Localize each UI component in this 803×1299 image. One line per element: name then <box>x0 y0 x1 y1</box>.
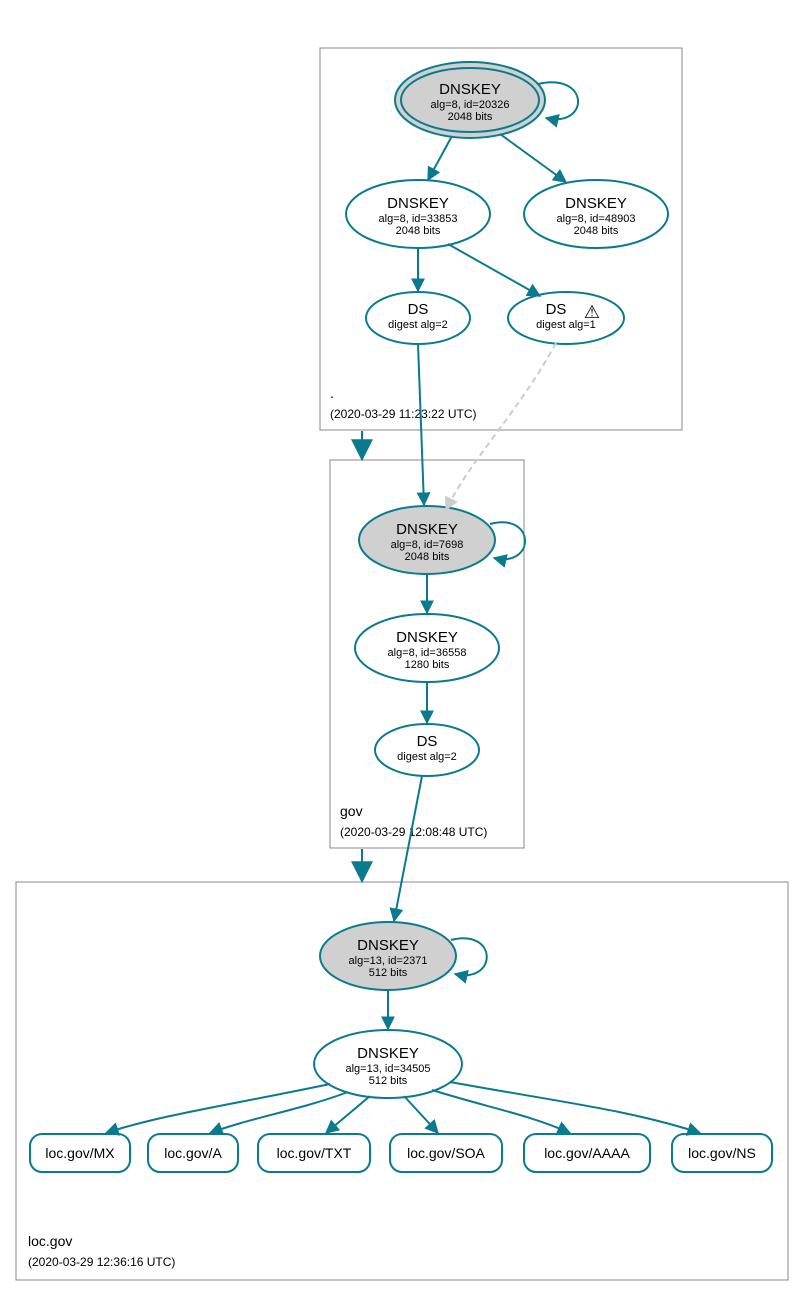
node-gov-zsk: DNSKEY alg=8, id=36558 1280 bits <box>355 614 499 682</box>
node-detail: alg=8, id=36558 <box>388 647 467 659</box>
node-detail: alg=8, id=48903 <box>557 213 636 225</box>
record-label: loc.gov/MX <box>45 1145 115 1161</box>
record-label: loc.gov/TXT <box>277 1145 352 1161</box>
node-detail: alg=8, id=7698 <box>391 539 464 551</box>
node-root-ksk: DNSKEY alg=8, id=20326 2048 bits <box>395 62 545 138</box>
edge <box>418 344 424 505</box>
node-root-zsk1: DNSKEY alg=8, id=33853 2048 bits <box>346 180 490 248</box>
node-label: DNSKEY <box>396 629 458 646</box>
node-label: DNSKEY <box>387 195 449 212</box>
node-detail: 1280 bits <box>405 659 450 671</box>
dnssec-diagram: . (2020-03-29 11:23:22 UTC) DNSKEY alg=8… <box>0 0 803 1299</box>
node-detail: 512 bits <box>369 1075 408 1087</box>
edge <box>428 136 452 180</box>
node-detail: 512 bits <box>369 967 408 979</box>
warning-icon: ⚠ <box>584 302 600 322</box>
record-label: loc.gov/A <box>164 1145 222 1161</box>
node-gov-ds: DS digest alg=2 <box>375 724 479 776</box>
record-ns: loc.gov/NS <box>672 1134 772 1172</box>
node-label: DNSKEY <box>357 937 419 954</box>
zone-loc-label: loc.gov <box>28 1233 72 1249</box>
node-loc-ksk: DNSKEY alg=13, id=2371 512 bits <box>320 922 456 990</box>
node-label: DNSKEY <box>357 1045 419 1062</box>
record-mx: loc.gov/MX <box>30 1134 130 1172</box>
node-root-ds1: DS digest alg=2 <box>366 292 470 344</box>
record-a: loc.gov/A <box>148 1134 238 1172</box>
node-root-ds2: DS digest alg=1 ⚠ <box>508 292 624 344</box>
node-detail: 2048 bits <box>448 111 493 123</box>
node-detail: 2048 bits <box>405 551 450 563</box>
zone-root-label: . <box>330 385 334 401</box>
node-detail: alg=13, id=34505 <box>345 1063 430 1075</box>
node-label: DNSKEY <box>565 195 627 212</box>
node-label: DS <box>546 301 567 318</box>
edge-insecure <box>446 343 556 510</box>
node-detail: alg=8, id=20326 <box>431 99 510 111</box>
edge <box>404 1096 438 1133</box>
node-label: DNSKEY <box>396 521 458 538</box>
node-label: DS <box>408 301 429 318</box>
edge <box>432 1090 570 1133</box>
record-label: loc.gov/NS <box>688 1145 756 1161</box>
zone-root-timestamp: (2020-03-29 11:23:22 UTC) <box>330 407 477 421</box>
node-detail: digest alg=2 <box>397 751 457 763</box>
edge <box>448 244 540 296</box>
record-label: loc.gov/AAAA <box>544 1145 630 1161</box>
node-detail: alg=13, id=2371 <box>349 955 428 967</box>
node-detail: 2048 bits <box>574 225 619 237</box>
edge <box>450 1082 700 1133</box>
node-detail: 2048 bits <box>396 225 441 237</box>
zone-gov-label: gov <box>340 803 363 819</box>
edge <box>326 1096 370 1133</box>
zone-loc-timestamp: (2020-03-29 12:36:16 UTC) <box>28 1255 175 1269</box>
edge <box>210 1092 348 1133</box>
record-label: loc.gov/SOA <box>407 1145 485 1161</box>
zone-gov-timestamp: (2020-03-29 12:08:48 UTC) <box>340 825 487 839</box>
node-root-zsk2: DNSKEY alg=8, id=48903 2048 bits <box>524 180 668 248</box>
edge <box>500 134 566 182</box>
node-gov-ksk: DNSKEY alg=8, id=7698 2048 bits <box>359 506 495 574</box>
node-label: DS <box>417 733 438 750</box>
record-aaaa: loc.gov/AAAA <box>524 1134 650 1172</box>
node-loc-zsk: DNSKEY alg=13, id=34505 512 bits <box>314 1030 462 1098</box>
record-soa: loc.gov/SOA <box>390 1134 502 1172</box>
node-detail: digest alg=2 <box>388 319 448 331</box>
node-label: DNSKEY <box>439 81 501 98</box>
node-detail: alg=8, id=33853 <box>379 213 458 225</box>
record-txt: loc.gov/TXT <box>258 1134 370 1172</box>
